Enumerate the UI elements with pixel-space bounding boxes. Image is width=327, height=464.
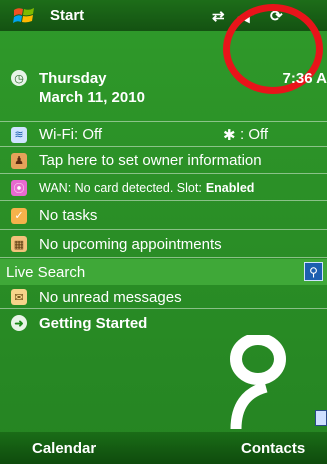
contacts-softkey[interactable]: Contacts: [241, 440, 305, 457]
search-row[interactable]: Live Search ⚲: [0, 259, 327, 285]
messages-text[interactable]: No unread messages: [39, 289, 182, 306]
softkey-bar: Calendar Contacts: [0, 432, 327, 464]
appointments-row[interactable]: ▦ No upcoming appointments: [0, 231, 327, 258]
clock-icon: ◷: [11, 70, 27, 86]
clock-time[interactable]: 7:36 A: [283, 70, 327, 87]
tasks-icon: ✓: [11, 207, 27, 224]
start-menu-label[interactable]: Start: [50, 7, 84, 24]
wireless-row[interactable]: ≋ Wi-Fi: Off ✱ : Off: [0, 123, 327, 147]
wan-text[interactable]: WAN: No card detected. Slot:: [39, 181, 202, 195]
tasks-row[interactable]: ✓ No tasks: [0, 202, 327, 230]
wan-slot-status[interactable]: Enabled: [206, 181, 255, 195]
background-logo: [230, 335, 286, 430]
appointments-text[interactable]: No upcoming appointments: [39, 236, 222, 253]
date-label: March 11, 2010: [39, 89, 145, 106]
calendar-icon: ▦: [11, 236, 27, 252]
wifi-icon: ≋: [11, 126, 27, 143]
bluetooth-icon[interactable]: ✱: [223, 126, 236, 144]
search-icon[interactable]: ⚲: [304, 262, 323, 281]
connectivity-icon[interactable]: ⇄: [212, 7, 225, 25]
owner-row[interactable]: ♟ Tap here to set owner information: [0, 148, 327, 174]
wan-row[interactable]: ⦿ WAN: No card detected. Slot: Enabled: [0, 175, 327, 201]
wifi-status[interactable]: Wi-Fi: Off: [39, 126, 102, 143]
wan-icon: ⦿: [11, 179, 27, 196]
keyboard-icon[interactable]: [315, 410, 327, 426]
bluetooth-status[interactable]: : Off: [240, 126, 268, 143]
owner-icon: ♟: [11, 152, 27, 169]
search-label[interactable]: Live Search: [6, 264, 85, 281]
day-label: Thursday: [39, 70, 107, 87]
getting-started-icon: ➜: [11, 315, 27, 331]
envelope-icon: ✉: [11, 289, 27, 305]
calendar-softkey[interactable]: Calendar: [32, 440, 96, 457]
tasks-text[interactable]: No tasks: [39, 207, 97, 224]
messages-row[interactable]: ✉ No unread messages: [0, 286, 327, 309]
date-block: Thursday March 11, 2010: [39, 69, 145, 107]
getting-started-row[interactable]: ➜ Getting Started: [0, 310, 327, 336]
getting-started-text[interactable]: Getting Started: [39, 315, 147, 332]
windows-flag-icon[interactable]: [12, 4, 38, 26]
owner-text[interactable]: Tap here to set owner information: [39, 152, 262, 169]
date-row[interactable]: ◷ Thursday March 11, 2010 7:36 A: [0, 65, 327, 122]
today-screen: Start ⇄ ◀ᐩ ⟳ ◷ Thursday March 11, 2010 7…: [0, 0, 327, 464]
